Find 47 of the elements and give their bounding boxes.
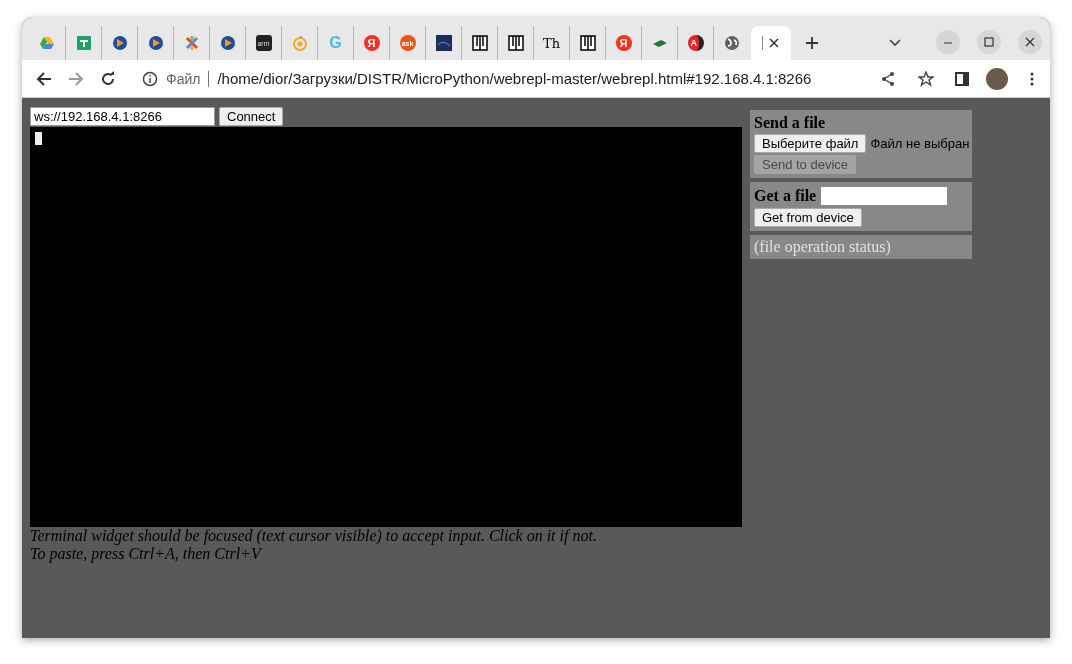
get-from-device-button[interactable]: Get from device <box>754 208 862 227</box>
cross-logo-icon <box>183 35 200 51</box>
file-name-label: Файл не выбран <box>870 136 970 151</box>
scheme-label: Файл <box>166 70 201 87</box>
avatar-circle[interactable] <box>986 67 1008 90</box>
panel-title: Get a file <box>754 187 817 205</box>
play-circle-icon <box>111 35 128 51</box>
panel-title: Send a file <box>754 114 826 132</box>
triangle-logo-icon <box>39 35 55 51</box>
connect-button[interactable]: Connect <box>219 107 284 126</box>
side-panel-icon[interactable] <box>954 70 970 87</box>
close-button[interactable] <box>1018 30 1042 54</box>
piano-keys-icon <box>579 35 596 51</box>
text-cursor <box>35 132 42 145</box>
letter-logo-icon: Th <box>543 35 560 51</box>
file-status-text: (file operation status) <box>750 235 972 259</box>
fruit-icon <box>291 35 308 51</box>
piano-keys-icon <box>471 35 488 51</box>
info-icon <box>142 70 158 87</box>
globe-icon <box>723 35 740 51</box>
close-icon <box>768 38 779 48</box>
help-text: To paste, press Ctrl+A, then Ctrl+V <box>30 545 263 563</box>
play-circle-icon <box>147 35 164 51</box>
image-thumbnail-icon <box>435 35 452 51</box>
letter-logo-icon: G <box>327 35 344 51</box>
maximize-button[interactable] <box>977 30 1001 54</box>
share-icon[interactable] <box>880 70 896 87</box>
back-arrow-icon[interactable] <box>36 70 52 87</box>
play-circle-icon <box>219 35 236 51</box>
chevron-down-icon[interactable] <box>889 39 901 47</box>
star-icon[interactable] <box>918 70 934 87</box>
piano-keys-icon <box>507 35 524 51</box>
help-text: Terminal widget should be focused (text cursor visible) to accept input. Click on it if not. <box>30 527 598 545</box>
letter-logo-icon: A <box>687 35 704 51</box>
file-name-field[interactable] <box>820 186 949 206</box>
letter-logo-icon: Я <box>615 35 632 51</box>
letter-logo-icon: Я <box>363 35 380 51</box>
minimize-button[interactable] <box>936 30 960 54</box>
close-tab-button[interactable] <box>766 36 781 50</box>
close-icon <box>1025 37 1035 47</box>
new-tab-icon[interactable] <box>805 36 819 50</box>
websocket-url-field[interactable]: ws://192.168.4.1:8266 <box>30 107 215 126</box>
maximize-icon <box>984 37 994 47</box>
reload-icon[interactable] <box>100 70 116 87</box>
spreadsheet-icon <box>75 35 92 51</box>
url-text: /home/dior/Загрузки/DISTR/MicroPython/webrepl-master/webrepl.html#192.168.4.1:8266 <box>217 70 812 87</box>
forward-arrow-icon[interactable] <box>68 70 84 87</box>
